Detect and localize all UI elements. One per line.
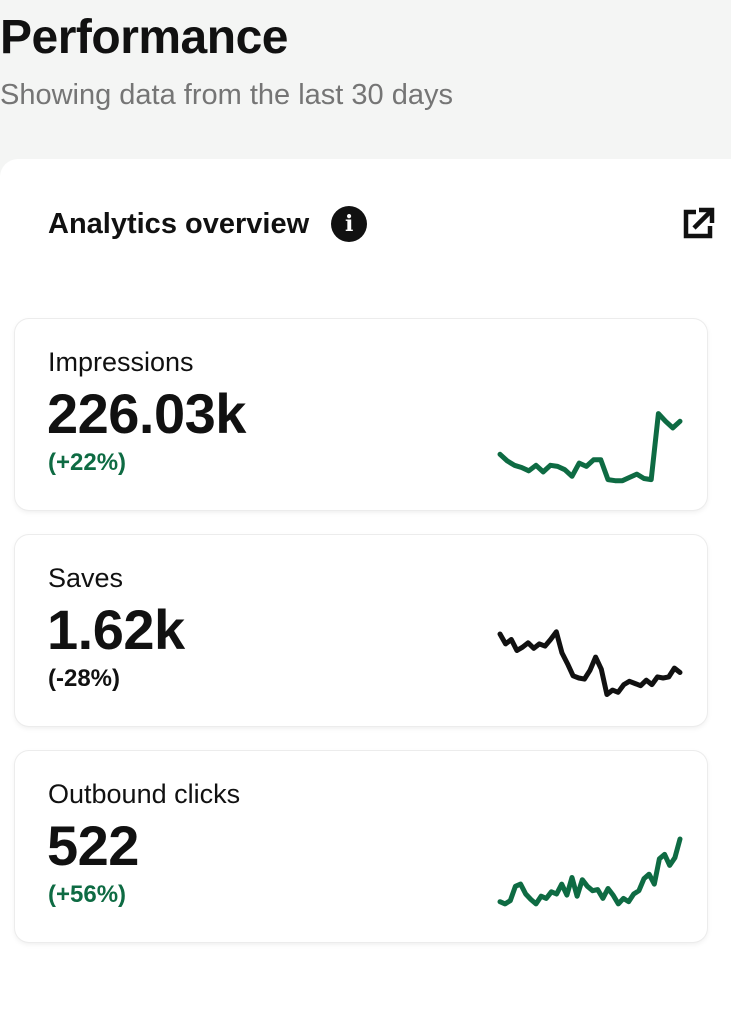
metric-change: (+56%) bbox=[48, 881, 127, 908]
panel-header: Analytics overview i bbox=[48, 201, 368, 247]
page-title: Performance bbox=[0, 11, 288, 64]
metric-label: Impressions bbox=[48, 347, 194, 377]
external-link-icon[interactable] bbox=[680, 206, 716, 242]
metric-change: (-28%) bbox=[48, 665, 121, 692]
metric-label: Saves bbox=[48, 563, 124, 593]
metric-value: 1.62k bbox=[47, 598, 185, 661]
page-header: Performance Showing data from the last 3… bbox=[0, 0, 731, 180]
metric-value: 522 bbox=[47, 814, 139, 877]
sparkline-chart bbox=[497, 629, 683, 697]
metric-label: Outbound clicks bbox=[48, 779, 241, 809]
sparkline-line bbox=[497, 629, 683, 697]
info-icon[interactable]: i bbox=[331, 206, 368, 242]
metric-card-impressions[interactable]: Impressions 226.03k (+22%) bbox=[15, 319, 707, 510]
sparkline-line bbox=[497, 836, 683, 907]
sparkline-chart bbox=[497, 411, 683, 484]
metric-value: 226.03k bbox=[47, 382, 246, 445]
panel-title: Analytics overview bbox=[48, 208, 310, 240]
metric-change: (+22%) bbox=[48, 449, 127, 476]
sparkline-line bbox=[497, 411, 683, 484]
metric-card-saves[interactable]: Saves 1.62k (-28%) bbox=[15, 535, 707, 726]
metric-card-outbound-clicks[interactable]: Outbound clicks 522 (+56%) bbox=[15, 751, 707, 942]
page-subtitle: Showing data from the last 30 days bbox=[0, 79, 453, 111]
sparkline-chart bbox=[497, 836, 683, 907]
